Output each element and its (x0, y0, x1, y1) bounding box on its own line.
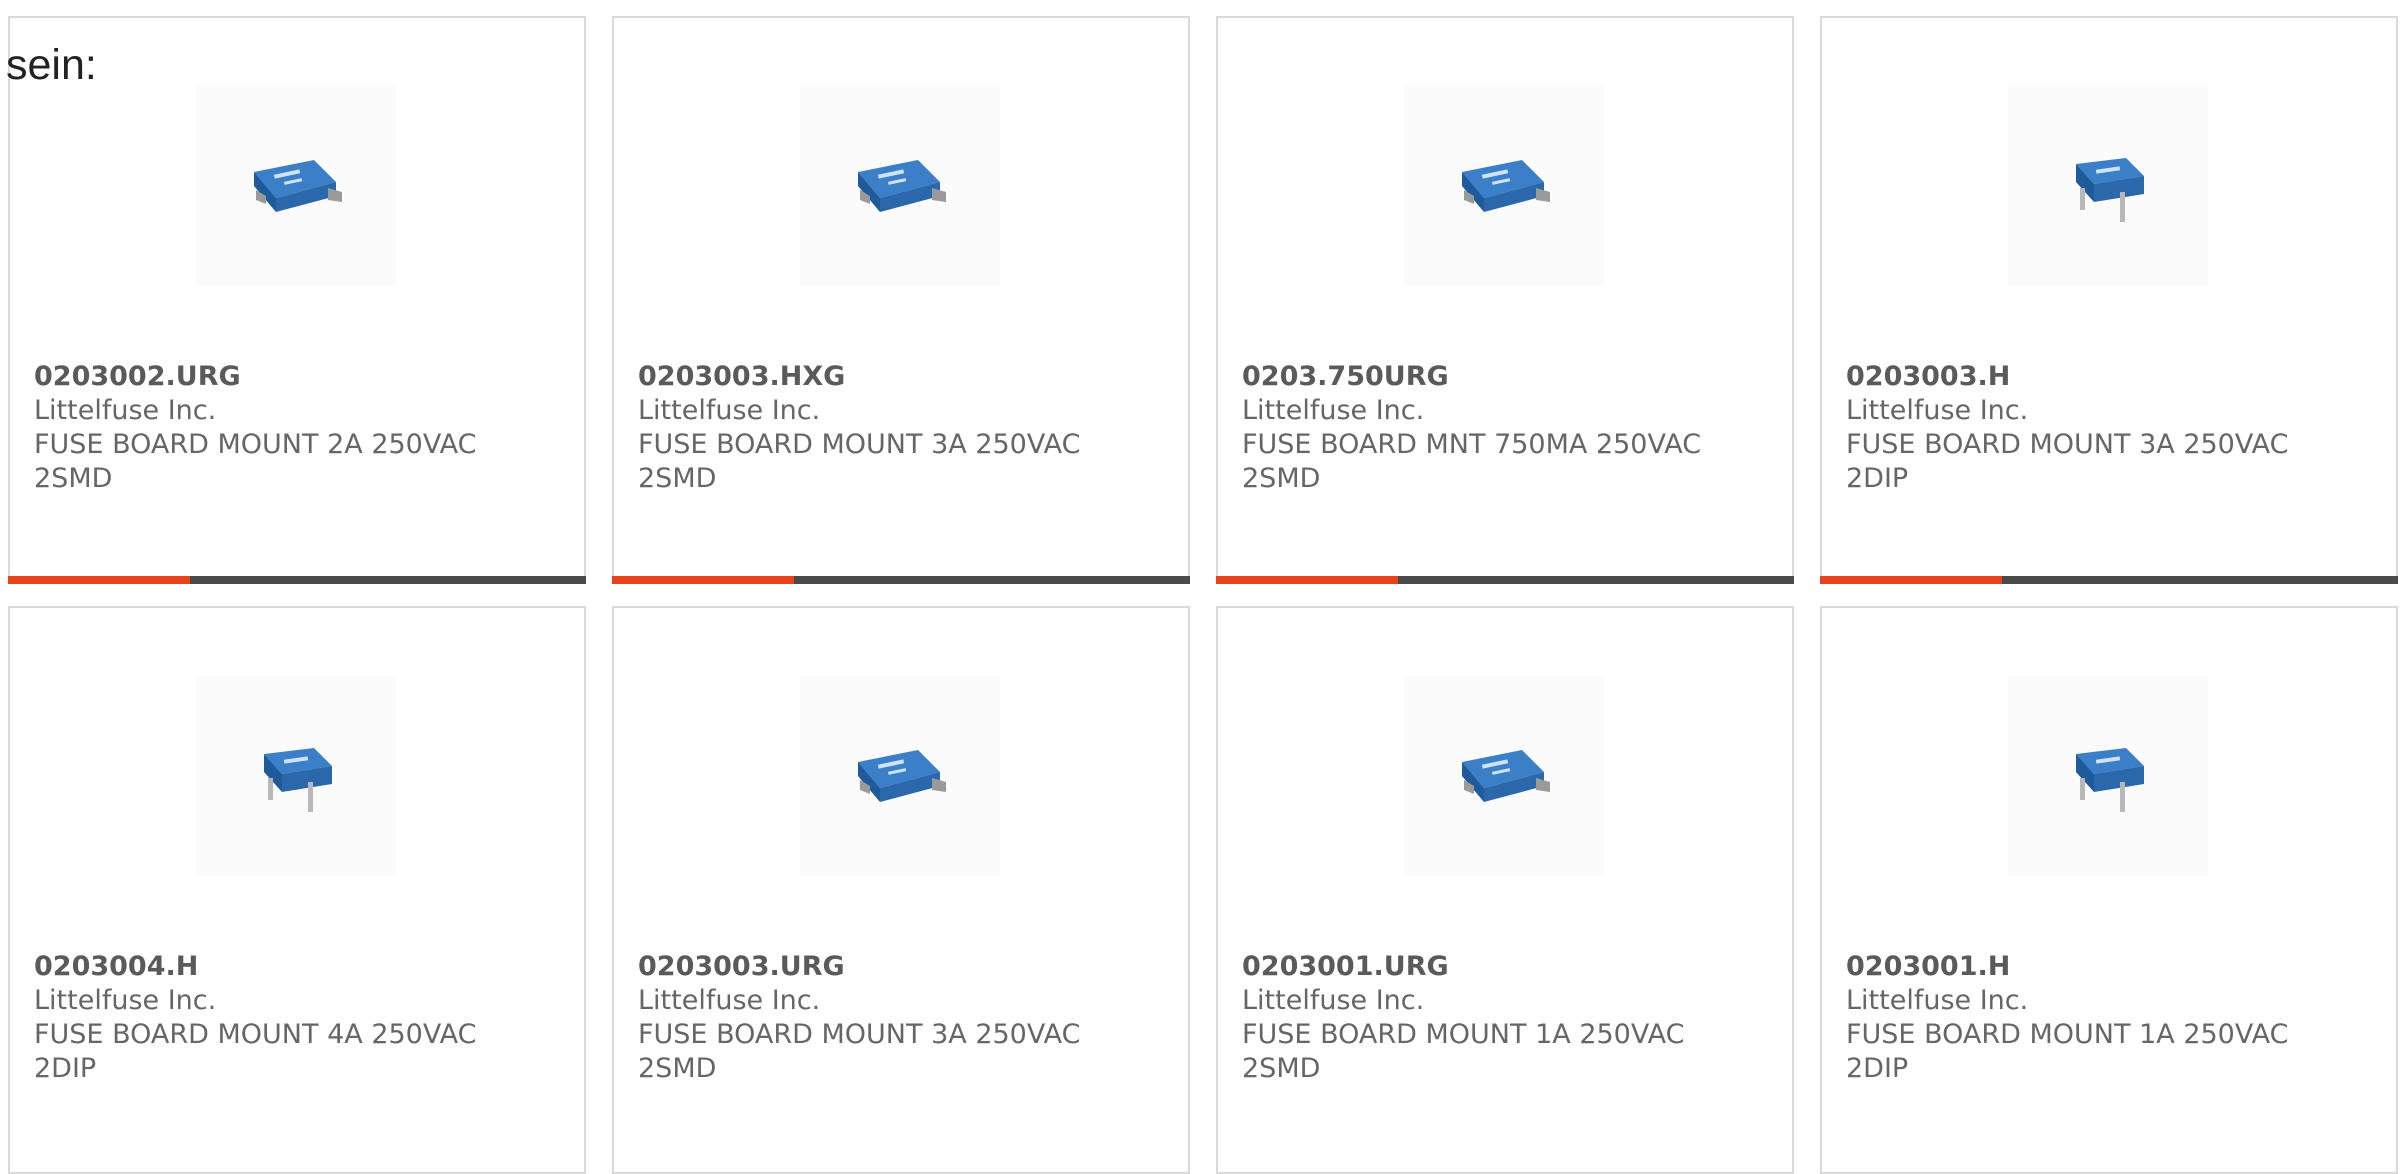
part-number-link[interactable]: 0203003.HXG (638, 360, 1098, 394)
product-image[interactable] (1404, 676, 1604, 876)
manufacturer-label: Littelfuse Inc. (34, 395, 217, 426)
part-number-link[interactable]: 0203003.H (1846, 360, 2306, 394)
product-description: FUSE BOARD MOUNT 3A 250VAC 2DIP (1846, 429, 2289, 494)
part-number-link[interactable]: 0203004.H (34, 950, 494, 984)
card-accent-bar (8, 576, 586, 584)
part-number-link[interactable]: 0203001.H (1846, 950, 2306, 984)
product-image[interactable] (800, 86, 1000, 286)
fuse-smd-icon (1462, 750, 1550, 802)
manufacturer-label: Littelfuse Inc. (1242, 985, 1425, 1016)
product-card[interactable]: 0203003.H Littelfuse Inc. FUSE BOARD MOU… (1820, 16, 2398, 584)
fuse-smd-icon (858, 750, 946, 802)
product-description: FUSE BOARD MOUNT 4A 250VAC 2DIP (34, 1019, 477, 1084)
part-number-link[interactable]: 0203001.URG (1242, 950, 1702, 984)
product-card[interactable]: 0203002.URG Littelfuse Inc. FUSE BOARD M… (8, 16, 586, 584)
product-card[interactable]: 0203001.URG Littelfuse Inc. FUSE BOARD M… (1216, 606, 1794, 1174)
product-card[interactable]: 0203004.H Littelfuse Inc. FUSE BOARD MOU… (8, 606, 586, 1174)
manufacturer-label: Littelfuse Inc. (34, 985, 217, 1016)
card-accent-bar (1216, 576, 1794, 584)
manufacturer-label: Littelfuse Inc. (1846, 395, 2029, 426)
product-image[interactable] (2008, 676, 2208, 876)
product-image[interactable] (1404, 86, 1604, 286)
fuse-smd-icon (254, 160, 342, 212)
card-accent-bar (1820, 576, 2398, 584)
fuse-smd-icon (858, 160, 946, 212)
product-image[interactable] (800, 676, 1000, 876)
fuse-smd-icon (1462, 160, 1550, 212)
product-card[interactable]: 0203.750URG Littelfuse Inc. FUSE BOARD M… (1216, 16, 1794, 584)
fuse-dip-icon (2076, 158, 2144, 222)
card-accent-bar (612, 576, 1190, 584)
product-card[interactable]: 0203003.URG Littelfuse Inc. FUSE BOARD M… (612, 606, 1190, 1174)
manufacturer-label: Littelfuse Inc. (1242, 395, 1425, 426)
product-description: FUSE BOARD MOUNT 3A 250VAC 2SMD (638, 1019, 1081, 1084)
product-description: FUSE BOARD MOUNT 3A 250VAC 2SMD (638, 429, 1081, 494)
product-description: FUSE BOARD MOUNT 1A 250VAC 2SMD (1242, 1019, 1685, 1084)
manufacturer-label: Littelfuse Inc. (1846, 985, 2029, 1016)
manufacturer-label: Littelfuse Inc. (638, 395, 821, 426)
product-image[interactable] (196, 86, 396, 286)
manufacturer-label: Littelfuse Inc. (638, 985, 821, 1016)
product-description: FUSE BOARD MOUNT 2A 250VAC 2SMD (34, 429, 477, 494)
product-card[interactable]: 0203003.HXG Littelfuse Inc. FUSE BOARD M… (612, 16, 1190, 584)
product-image[interactable] (2008, 86, 2208, 286)
part-number-link[interactable]: 0203002.URG (34, 360, 494, 394)
product-image[interactable] (196, 676, 396, 876)
fuse-dip-icon (2076, 748, 2144, 812)
part-number-link[interactable]: 0203003.URG (638, 950, 1098, 984)
part-number-link[interactable]: 0203.750URG (1242, 360, 1702, 394)
product-card[interactable]: 0203001.H Littelfuse Inc. FUSE BOARD MOU… (1820, 606, 2398, 1174)
fuse-dip-icon (264, 748, 332, 812)
product-description: FUSE BOARD MOUNT 1A 250VAC 2DIP (1846, 1019, 2289, 1084)
product-description: FUSE BOARD MNT 750MA 250VAC 2SMD (1242, 429, 1702, 494)
intro-text: sein: (6, 41, 97, 89)
